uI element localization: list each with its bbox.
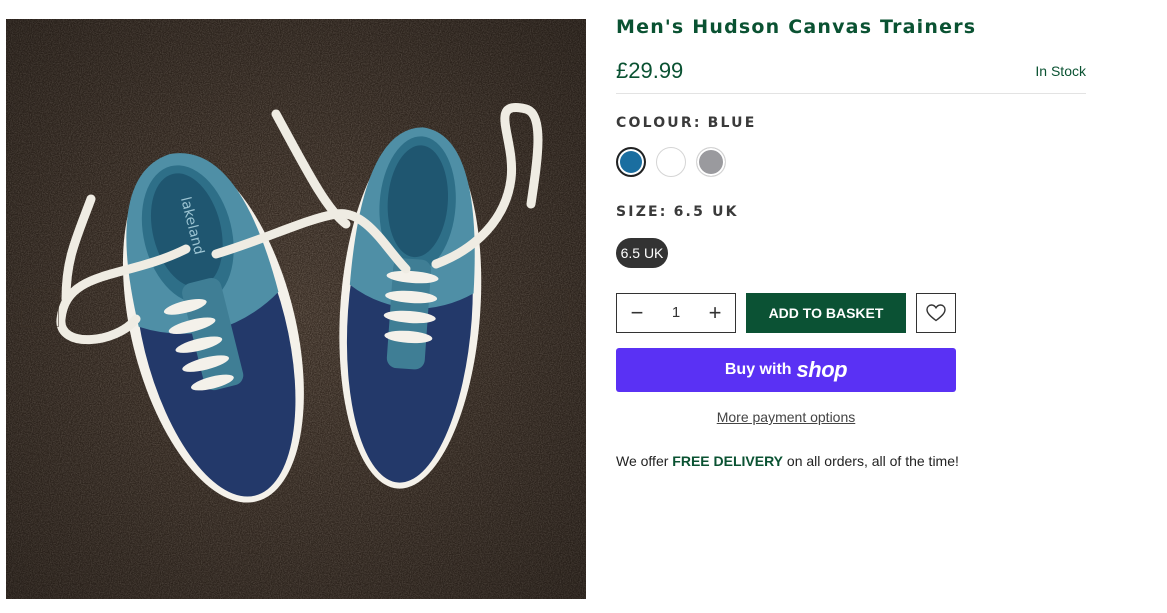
more-payment-options-link[interactable]: More payment options — [616, 409, 956, 425]
product-price: £29.99 — [616, 58, 684, 83]
quantity-input[interactable]: 1 — [657, 294, 695, 332]
colour-selected-value: BLUE — [707, 115, 757, 131]
stock-status: In Stock — [1035, 63, 1086, 79]
quantity-stepper: − 1 + — [616, 293, 736, 333]
quantity-decrease-button[interactable]: − — [617, 294, 657, 332]
size-selected-value: 6.5 UK — [673, 204, 739, 220]
add-to-basket-button[interactable]: ADD TO BASKET — [746, 293, 906, 333]
colour-label: COLOUR: BLUE — [616, 115, 756, 131]
wishlist-button[interactable] — [916, 293, 956, 333]
buy-with-text: Buy with — [724, 361, 792, 378]
delivery-suffix: on all orders, all of the time! — [786, 453, 959, 469]
size-option-6-5-uk[interactable]: 6.5 UK — [616, 238, 668, 268]
buy-with-shop-button[interactable]: Buy with shop — [616, 348, 956, 392]
colour-swatch-white[interactable] — [656, 147, 686, 177]
product-photo: lakeland — [6, 19, 586, 599]
divider — [616, 93, 1086, 94]
size-label: SIZE: 6.5 UK — [616, 204, 739, 220]
gallery-next-button[interactable] — [532, 289, 570, 327]
product-title: Men's Hudson Canvas Trainers — [616, 16, 977, 38]
shop-logo: shop — [796, 357, 848, 382]
delivery-prefix: We offer — [616, 453, 669, 469]
colour-swatch-blue[interactable] — [616, 147, 646, 177]
quantity-increase-button[interactable]: + — [695, 294, 735, 332]
product-image: lakeland — [6, 19, 586, 599]
delivery-highlight: FREE DELIVERY — [672, 453, 784, 469]
heart-icon — [926, 304, 946, 322]
colour-label-text: COLOUR: — [616, 115, 702, 131]
gallery-prev-button[interactable] — [21, 289, 59, 327]
delivery-message: We offer FREE DELIVERY on all orders, al… — [616, 453, 959, 469]
size-label-text: SIZE: — [616, 204, 668, 220]
colour-swatch-grey[interactable] — [696, 147, 726, 177]
